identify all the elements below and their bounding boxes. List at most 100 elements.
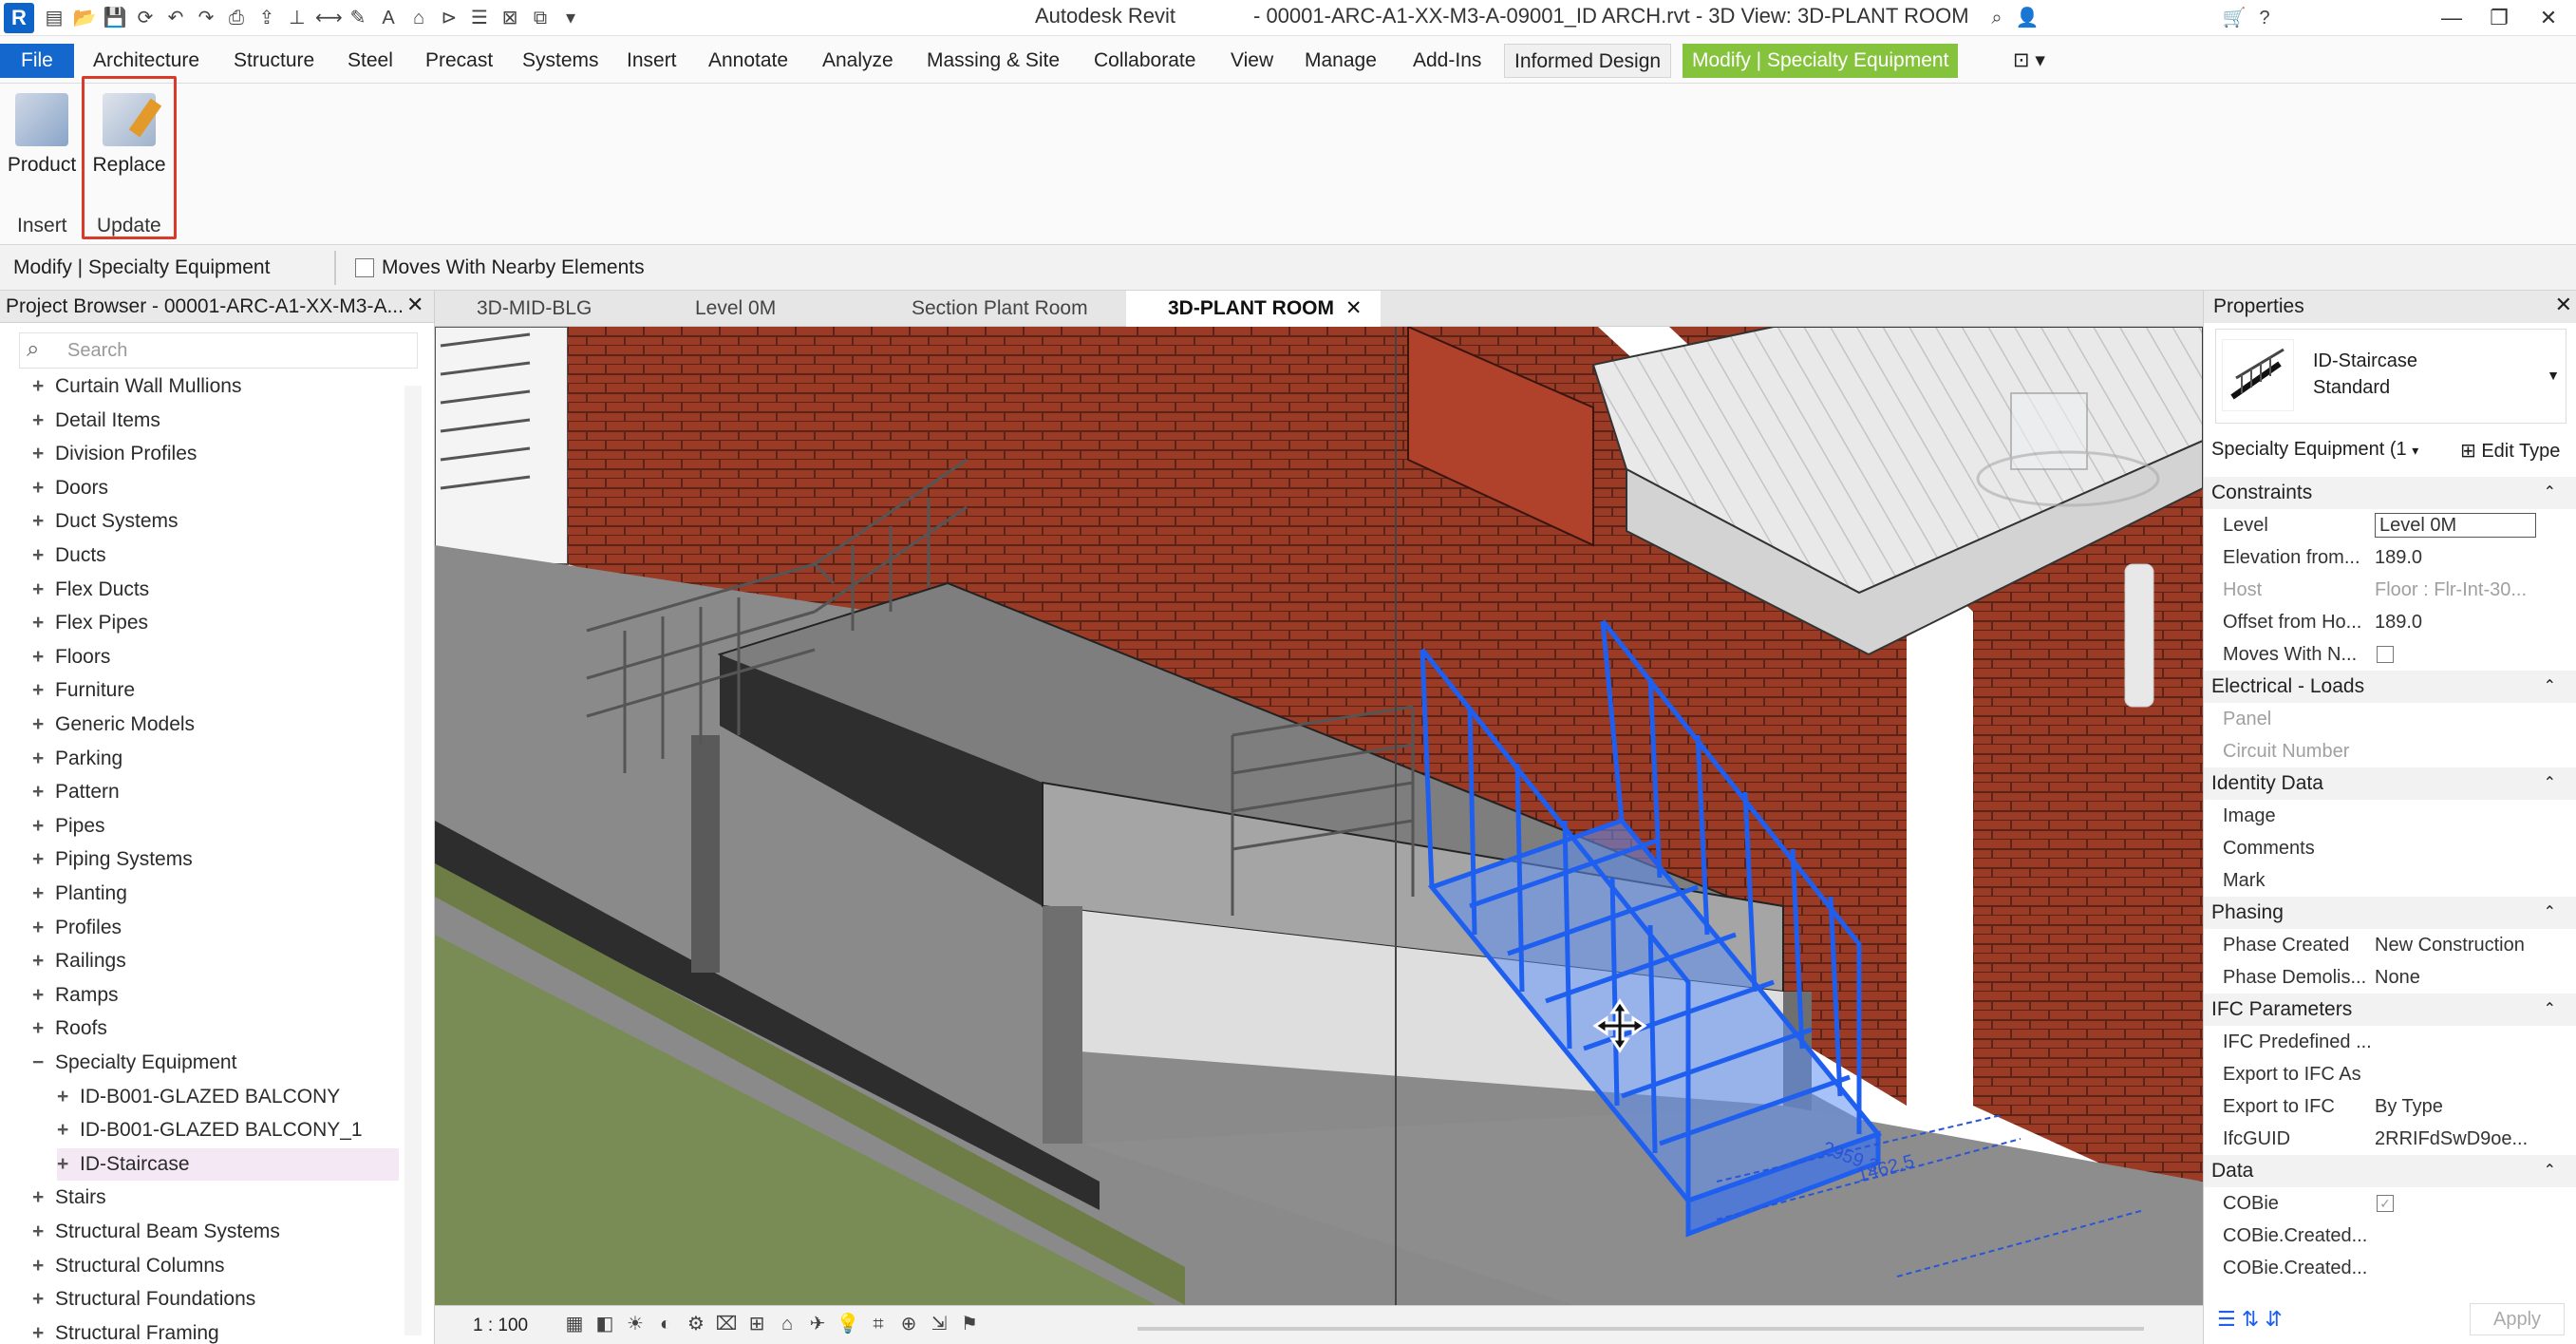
expand-icon[interactable]: + <box>32 709 55 741</box>
property-row[interactable]: Elevation from... 189.0 <box>2204 541 2576 574</box>
expand-icon[interactable]: + <box>32 539 55 572</box>
expand-icon[interactable]: + <box>32 1182 55 1214</box>
property-row[interactable]: Mark <box>2204 864 2576 897</box>
expand-icon[interactable]: + <box>57 1148 80 1181</box>
property-row[interactable]: Comments <box>2204 832 2576 864</box>
crop-view-icon[interactable]: ⌧ <box>714 1312 739 1336</box>
property-row[interactable]: Moves With N... <box>2204 638 2576 671</box>
tag-icon[interactable]: ✎ <box>346 6 370 30</box>
ribbon-display-toggle-icon[interactable]: ⊡ ▾ <box>2003 44 2055 78</box>
tree-item[interactable]: + Curtain Wall Mullions <box>32 370 403 403</box>
reveal-hidden-icon[interactable]: 💡 <box>836 1312 860 1336</box>
tree-item[interactable]: + Roofs <box>32 1013 403 1045</box>
property-checkbox[interactable] <box>2377 646 2394 663</box>
dimension-icon[interactable]: ⟷ <box>315 6 343 30</box>
redo-icon[interactable]: ↷ <box>194 6 218 30</box>
cart-icon[interactable]: 🛒 <box>2222 6 2247 30</box>
tree-item[interactable]: + Duct Systems <box>32 505 403 538</box>
horizontal-scrollbar[interactable] <box>1138 1327 2144 1331</box>
tree-item[interactable]: + Railings <box>32 945 403 977</box>
tab-precast[interactable]: Precast <box>416 44 502 78</box>
property-group-header[interactable]: Phasing ⌃ <box>2204 897 2576 929</box>
view-scale[interactable]: 1 : 100 <box>473 1316 528 1336</box>
tab-steel[interactable]: Steel <box>338 44 403 78</box>
expand-icon[interactable]: + <box>32 574 55 606</box>
property-row[interactable]: Host Floor : Flr-Int-30... <box>2204 574 2576 606</box>
collapse-group-icon[interactable]: ⌃ <box>2544 994 2556 1026</box>
expand-icon[interactable]: + <box>32 607 55 639</box>
tab-level-0m[interactable]: Level 0M <box>653 291 872 327</box>
tree-item[interactable]: + Structural Framing <box>32 1317 403 1344</box>
rendering-icon[interactable]: ⚙ <box>684 1312 708 1336</box>
expand-icon[interactable]: + <box>32 843 55 876</box>
property-value[interactable]: 189.0 <box>2375 541 2422 574</box>
tree-item[interactable]: + Structural Foundations <box>32 1283 403 1316</box>
expand-icon[interactable]: + <box>32 810 55 842</box>
export-icon[interactable]: ⇪ <box>254 6 279 30</box>
tree-item[interactable]: + Furniture <box>32 674 403 707</box>
analytical-model-icon[interactable]: ⊕ <box>896 1312 921 1336</box>
expand-icon[interactable]: + <box>32 878 55 910</box>
close-hidden-icon[interactable]: ⊠ <box>498 6 522 30</box>
tree-item[interactable]: + Piping Systems <box>32 843 403 876</box>
edit-type-button[interactable]: ⊞ Edit Type <box>2460 439 2560 463</box>
property-row[interactable]: IfcGUID 2RRIFdSwD9oe... <box>2204 1123 2576 1155</box>
tab-analyze[interactable]: Analyze <box>813 44 903 78</box>
product-button[interactable]: Product <box>4 89 80 194</box>
property-value[interactable]: None <box>2375 961 2420 994</box>
tree-item[interactable]: + Generic Models <box>32 709 403 741</box>
tab-insert[interactable]: Insert <box>617 44 686 78</box>
3d-viewport[interactable]: 2959.3 1462.5 <box>435 327 2203 1305</box>
restore-button[interactable]: ❐ <box>2478 2 2520 34</box>
tab-manage[interactable]: Manage <box>1295 44 1386 78</box>
tree-item[interactable]: + Pattern <box>32 776 403 808</box>
property-value[interactable]: Level 0M <box>2375 513 2536 538</box>
tab-file[interactable]: File <box>0 44 74 78</box>
property-value[interactable]: By Type <box>2375 1090 2443 1123</box>
properties-help-icons[interactable]: ☰ ⇅ ⇵ <box>2217 1307 2283 1332</box>
property-row[interactable]: Offset from Ho... 189.0 <box>2204 606 2576 638</box>
expand-icon[interactable]: + <box>57 1114 80 1146</box>
expand-icon[interactable]: + <box>32 1283 55 1316</box>
apply-button[interactable]: Apply <box>2470 1303 2565 1335</box>
worksharing-icon[interactable]: ⌗ <box>866 1312 891 1336</box>
tab-3d-mid-blg[interactable]: 3D-MID-BLG <box>435 291 644 327</box>
tab-modify-specialty-equipment[interactable]: Modify | Specialty Equipment <box>1683 44 1959 78</box>
reveal-constraints-icon[interactable]: ⚑ <box>957 1312 982 1336</box>
tree-item[interactable]: + Flex Pipes <box>32 607 403 639</box>
undo-icon[interactable]: ↶ <box>163 6 188 30</box>
tree-item[interactable]: + Parking <box>32 743 403 775</box>
temporary-hide-icon[interactable]: ✈ <box>805 1312 830 1336</box>
close-icon[interactable]: ✕ <box>406 293 423 317</box>
collapse-group-icon[interactable]: ⌃ <box>2544 477 2556 509</box>
tree-item[interactable]: + Floors <box>32 641 403 673</box>
tab-annotate[interactable]: Annotate <box>699 44 798 78</box>
tab-collaborate[interactable]: Collaborate <box>1084 44 1205 78</box>
expand-icon[interactable]: + <box>32 1317 55 1344</box>
tab-architecture[interactable]: Architecture <box>84 44 209 78</box>
close-button[interactable]: ✕ <box>2528 2 2569 34</box>
close-tab-icon[interactable]: ✕ <box>1345 297 1363 319</box>
property-checkbox[interactable]: ✓ <box>2377 1195 2394 1212</box>
collapse-group-icon[interactable]: ⌃ <box>2544 767 2556 800</box>
visual-style-icon[interactable]: ◧ <box>592 1312 617 1336</box>
property-row[interactable]: Level Level 0M <box>2204 509 2576 541</box>
expand-icon[interactable]: + <box>32 1216 55 1248</box>
expand-icon[interactable]: + <box>32 674 55 707</box>
minimize-button[interactable]: — <box>2431 2 2473 34</box>
expand-icon[interactable]: + <box>32 1250 55 1282</box>
shadows-icon[interactable]: ◐ <box>653 1312 678 1336</box>
tab-3d-plant-room[interactable]: 3D-PLANT ROOM ✕ <box>1126 291 1381 327</box>
help-icon[interactable]: ? <box>2252 6 2277 30</box>
expand-icon[interactable]: + <box>32 1013 55 1045</box>
property-value[interactable]: New Construction <box>2375 929 2525 961</box>
expand-icon[interactable]: + <box>32 979 55 1012</box>
expand-icon[interactable]: + <box>32 370 55 403</box>
collapse-group-icon[interactable]: ⌃ <box>2544 1155 2556 1187</box>
tree-item[interactable]: + Profiles <box>32 912 403 944</box>
property-group-header[interactable]: Constraints ⌃ <box>2204 477 2576 509</box>
3d-view-icon[interactable]: ⌂ <box>406 6 431 30</box>
tab-structure[interactable]: Structure <box>224 44 324 78</box>
tree-item[interactable]: − Specialty Equipment <box>32 1047 403 1079</box>
property-group-header[interactable]: Electrical - Loads ⌃ <box>2204 671 2576 703</box>
